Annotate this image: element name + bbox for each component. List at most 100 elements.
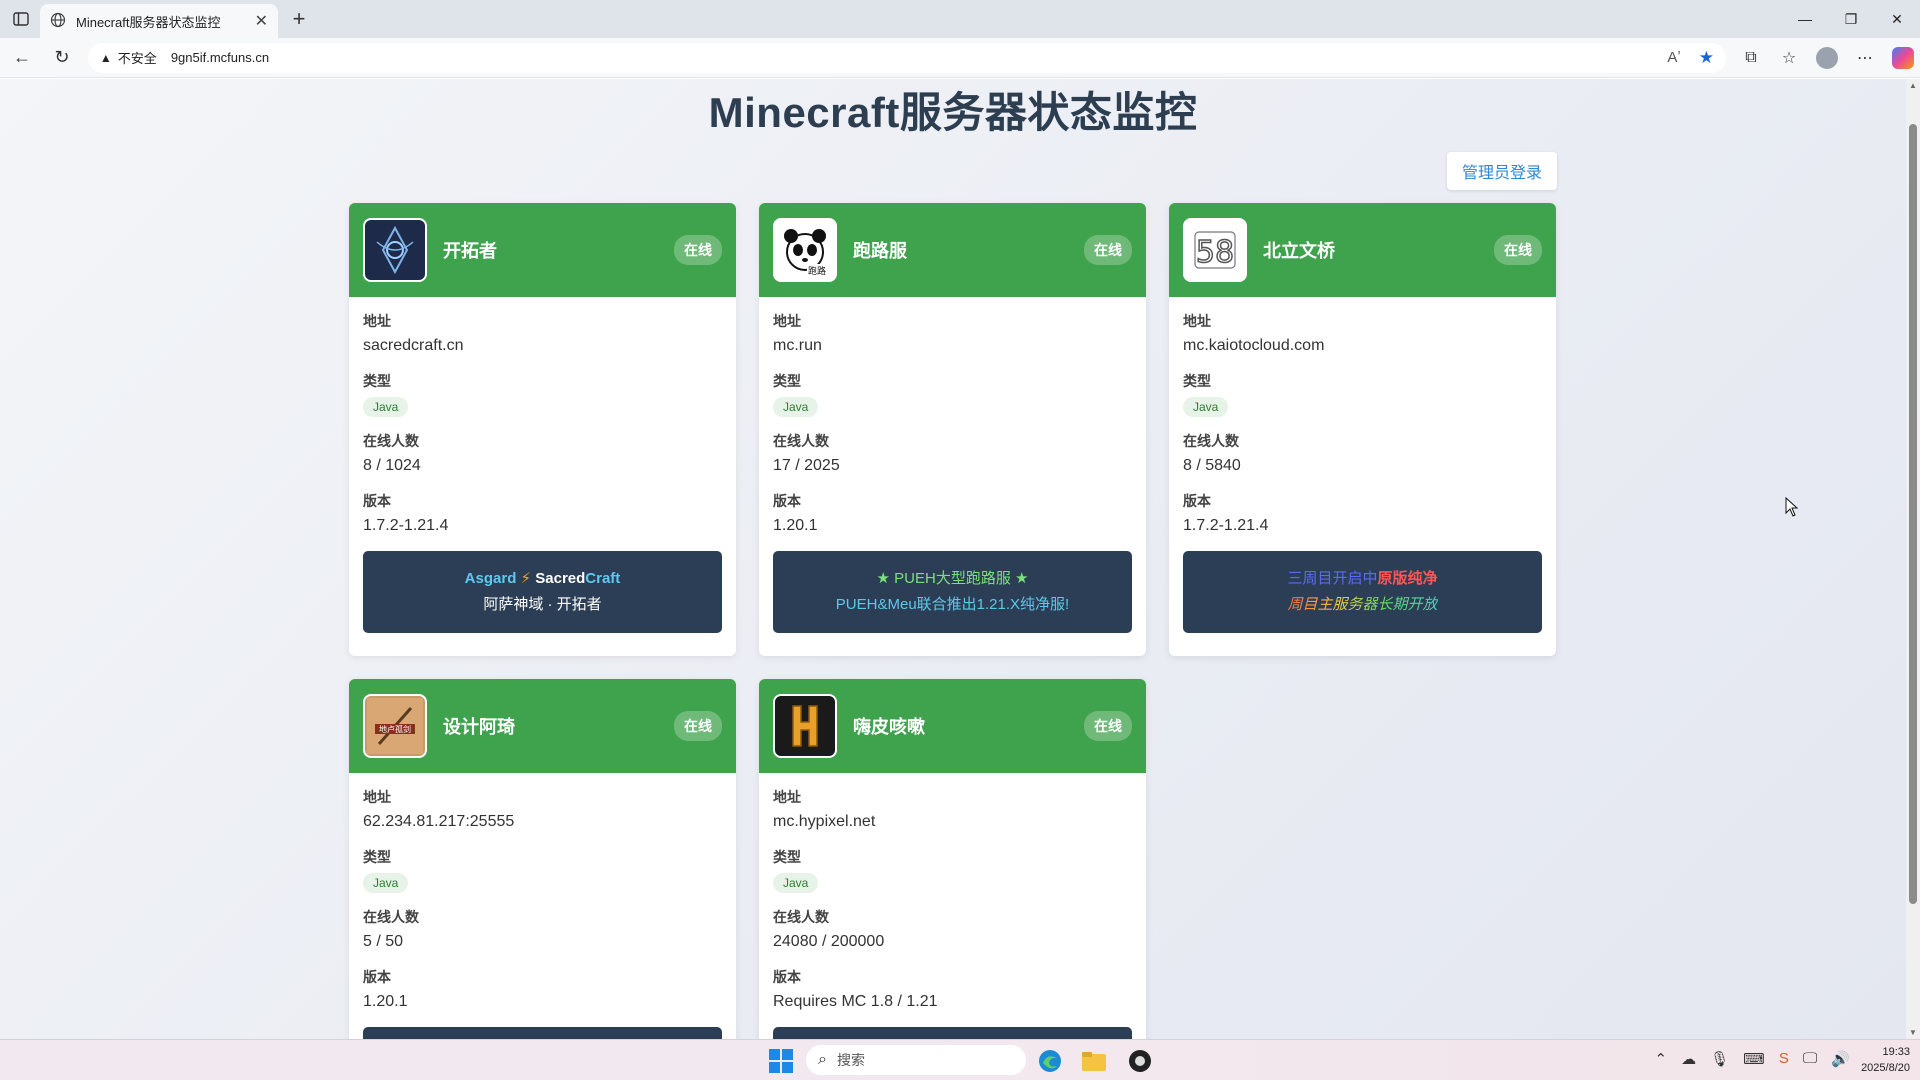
card-header: 跑路 跑路服 在线 [759,203,1146,297]
read-aloud-icon[interactable]: Aʼ [1667,49,1680,66]
favorite-star-icon[interactable]: ★ [1699,48,1714,68]
motd-part-b: 原版纯净 [1377,570,1438,587]
mouse-cursor-icon [1785,497,1799,517]
motd-sacred: Sacred [535,570,586,587]
network-icon[interactable]: 🖵 [1803,1050,1817,1068]
browser-tab-strip: Minecraft服务器状态监控 ✕ + — ❐ ✕ [0,0,1920,38]
version-value: 1.7.2-1.21.4 [1183,517,1269,534]
address-label: 地址 [1183,313,1211,329]
back-button[interactable]: ← [4,40,40,76]
type-label: 类型 [773,373,801,389]
players-value: 8 / 5840 [1183,457,1241,474]
address-value: 62.234.81.217:25555 [363,813,515,830]
server-name: 跑路服 [853,241,907,261]
status-badge: 在线 [1084,711,1132,741]
window-controls: — ❐ ✕ [1782,0,1920,38]
more-options-icon[interactable]: ⋯ [1848,41,1882,75]
card-header: 58 北立文桥 在线 [1169,203,1556,297]
server-card: 58 北立文桥 在线 地址 mc.kaiotocloud.com 类型 Java… [1169,203,1556,656]
system-tray: ⌃ ☁ 🎙 ⌨ S 🖵 🔊 [1655,1050,1850,1068]
status-badge: 在线 [1494,235,1542,265]
card-body: 地址 mc.run 类型 Java 在线人数 17 / 2025 版本 1.20… [759,297,1146,647]
copilot-icon[interactable] [1886,41,1920,75]
server-logo-icon: 58 [1183,218,1247,282]
address-value: sacredcraft.cn [363,337,464,354]
browser-tab[interactable]: Minecraft服务器状态监控 ✕ [40,4,278,38]
motd-craft: Craft [585,570,621,587]
insecure-label: 不安全 [117,51,157,66]
new-tab-button[interactable]: + [284,4,314,34]
chevron-up-icon[interactable]: ⌃ [1655,1050,1668,1068]
address-bar-row: ← ↻ ▲ 不安全 9gn5if.mcfuns.cn Aʼ ★ ⧉ ☆ ⋯ [0,38,1920,78]
server-name: 嗨皮咳嗽 [853,717,925,737]
version-value: Requires MC 1.8 / 1.21 [773,993,938,1010]
server-name: 设计阿琦 [443,717,515,737]
search-icon: ⌕ [818,1051,827,1068]
extensions-icon[interactable]: ⧉ [1734,41,1768,75]
page-title: Minecraft服务器状态监控 [708,89,1198,136]
admin-login-button[interactable]: 管理员登录 [1447,152,1557,190]
onedrive-icon[interactable]: ☁ [1681,1050,1696,1068]
address-label: 地址 [363,313,391,329]
close-tab-icon[interactable]: ✕ [255,11,268,31]
motd-box: 三周目开启中原版纯净 周目主服务器长期开放 [1183,551,1542,633]
server-name: 开拓者 [443,241,497,261]
refresh-button[interactable]: ↻ [44,40,80,76]
motd-line-1: 三周目开启中原版纯净 [1287,566,1437,592]
url-field[interactable]: ▲ 不安全 9gn5if.mcfuns.cn Aʼ ★ [87,42,1726,73]
type-label: 类型 [773,849,801,865]
taskbar-search[interactable]: ⌕ 搜索 [806,1045,1026,1075]
motd-line-2: 阿萨神域 · 开拓者 [483,596,602,613]
clock-time: 19:33 [1882,1046,1910,1058]
server-name: 北立文桥 [1263,241,1335,261]
scroll-up-icon[interactable]: ▲ [1909,81,1917,90]
type-badge: Java [773,397,819,417]
scroll-down-icon[interactable]: ▼ [1909,1028,1917,1037]
system-clock[interactable]: 19:33 2025/8/20 [1861,1044,1910,1076]
app-icon[interactable] [1126,1047,1154,1075]
app-tray-icon[interactable]: S [1779,1050,1789,1068]
windows-start-icon[interactable] [768,1048,794,1074]
server-card: 嗨皮咳嗽 在线 地址 mc.hypixel.net 类型 Java 在线人数 2… [759,679,1146,1039]
players-label: 在线人数 [363,909,419,925]
server-card: 跑路 跑路服 在线 地址 mc.run 类型 Java 在线人数 17 / 20… [759,203,1146,656]
type-label: 类型 [1183,373,1211,389]
tab-title: Minecraft服务器状态监控 [76,14,221,30]
close-window-icon[interactable]: ✕ [1874,0,1920,38]
minimize-icon[interactable]: — [1782,0,1828,38]
favorites-icon[interactable]: ☆ [1772,41,1806,75]
file-explorer-icon[interactable] [1080,1047,1108,1075]
players-value: 5 / 50 [363,933,404,950]
page-scrollbar[interactable]: ▲ ▼ [1906,79,1920,1039]
lightning-icon: ⚡ [520,570,532,587]
version-label: 版本 [773,969,801,985]
type-badge: Java [363,873,409,893]
address-value: mc.hypixel.net [773,813,876,830]
input-method-icon[interactable]: ⌨ [1743,1050,1765,1068]
svg-text:地卢孤剑: 地卢孤剑 [379,724,411,734]
hypixel-logo-icon [773,694,837,758]
scrollbar-thumb[interactable] [1909,124,1917,904]
players-value: 17 / 2025 [773,457,840,474]
players-value: 8 / 1024 [363,457,421,474]
motd-part-a: 三周目开启中 [1287,570,1378,587]
clock-date: 2025/8/20 [1861,1062,1910,1074]
players-label: 在线人数 [773,909,829,925]
motd-asgard: Asgard [464,570,517,587]
server-card: 开拓者 在线 地址 sacredcraft.cn 类型 Java 在线人数 8 … [349,203,736,656]
microphone-icon[interactable]: 🎙 [1710,1050,1729,1068]
status-badge: 在线 [674,711,722,741]
profile-icon[interactable] [1810,41,1844,75]
status-badge: 在线 [674,235,722,265]
card-header: 地卢孤剑 设计阿琦 在线 [349,679,736,773]
sidebar-toggle-icon[interactable] [8,6,34,32]
edge-icon[interactable] [1036,1047,1064,1075]
restore-icon[interactable]: ❐ [1828,0,1874,38]
url-text: 9gn5if.mcfuns.cn [170,50,270,65]
type-label: 类型 [363,849,391,865]
type-badge: Java [1183,397,1229,417]
search-placeholder: 搜索 [836,1052,865,1068]
volume-icon[interactable]: 🔊 [1831,1050,1850,1068]
address-label: 地址 [363,789,391,805]
address-value: mc.run [773,337,822,354]
